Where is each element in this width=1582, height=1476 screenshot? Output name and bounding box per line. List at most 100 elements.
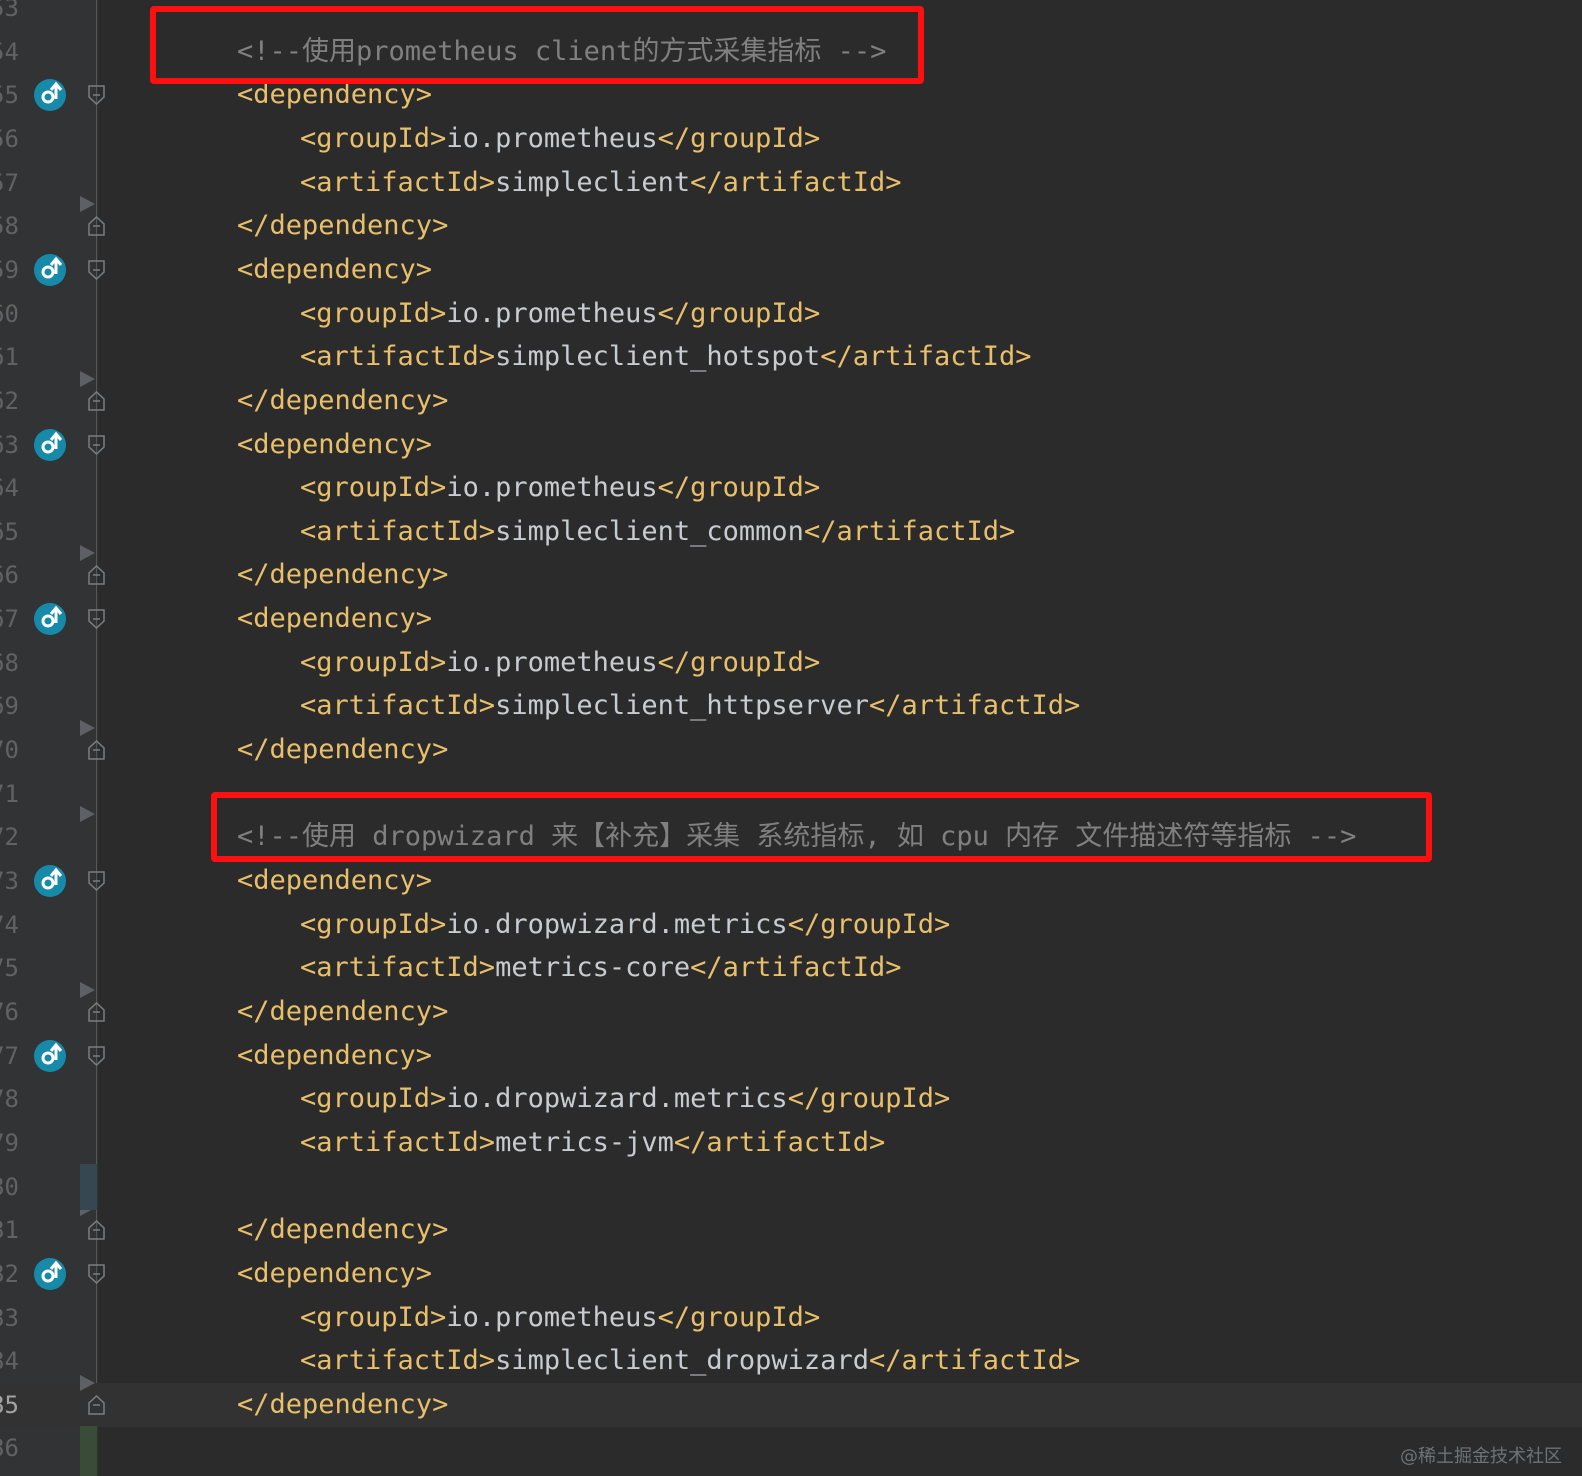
xml-open-tag: <groupId> (300, 1301, 447, 1333)
code-line[interactable]: 59 <dependency> (0, 248, 1582, 292)
xml-open-tag: <dependency> (237, 428, 433, 460)
xml-value: simpleclient_dropwizard (495, 1345, 869, 1377)
change-marker (80, 1164, 97, 1210)
xml-open-tag: <dependency> (237, 1257, 433, 1289)
line-number: 84 (0, 1347, 19, 1376)
fold-end-icon[interactable] (88, 1394, 105, 1415)
fold-collapse-icon[interactable] (88, 871, 105, 892)
code-line[interactable]: 66 </dependency> (0, 553, 1582, 597)
line-number: 73 (0, 867, 19, 895)
code-line[interactable]: 74 <groupId>io.dropwizard.metrics</groupI… (0, 903, 1582, 947)
maven-dependency-icon[interactable] (34, 1257, 66, 1290)
line-number: 60 (0, 299, 19, 328)
xml-open-tag: <artifactId> (300, 952, 496, 984)
code-text: <artifactId>metrics-jvm</artifactId> (300, 1121, 885, 1165)
maven-dependency-icon[interactable] (34, 1039, 66, 1072)
maven-dependency-icon[interactable] (34, 603, 66, 636)
code-line[interactable]: 65 <artifactId>simpleclient_common</artif… (0, 510, 1582, 554)
xml-value: io.dropwizard.metrics (446, 908, 788, 940)
xml-open-tag: <groupId> (300, 1083, 447, 1115)
xml-value: io.dropwizard.metrics (446, 1083, 788, 1115)
xml-close-tag: </groupId> (657, 122, 821, 154)
fold-end-icon[interactable] (88, 740, 105, 760)
gutter-marker-icon (80, 370, 95, 387)
xml-open-tag: <artifactId> (300, 341, 496, 373)
line-number: 79 (0, 1128, 19, 1157)
code-line[interactable]: 79 <artifactId>metrics-jvm</artifactId> (0, 1121, 1582, 1165)
code-text: </dependency> (237, 990, 448, 1034)
xml-open-tag: <dependency> (237, 253, 433, 285)
xml-close-tag: </artifactId> (803, 515, 1016, 547)
line-number: 56 (0, 124, 19, 153)
fold-collapse-icon[interactable] (88, 434, 105, 455)
code-line[interactable]: 77 <dependency> (0, 1034, 1582, 1078)
maven-dependency-icon[interactable] (34, 79, 66, 112)
xml-close-tag: </groupId> (657, 1301, 821, 1333)
xml-close-tag: </dependency> (237, 1388, 449, 1420)
line-number: 61 (0, 343, 19, 372)
code-line[interactable]: 73 <dependency> (0, 859, 1582, 903)
fold-collapse-icon[interactable] (88, 260, 105, 280)
code-line[interactable]: 58 </dependency> (0, 204, 1582, 248)
code-line[interactable]: 63 <dependency> (0, 423, 1582, 467)
code-line[interactable]: 83 <groupId>io.prometheus</groupId> (0, 1296, 1582, 1340)
fold-collapse-icon[interactable] (88, 85, 105, 106)
fold-end-icon[interactable] (88, 1220, 105, 1240)
maven-dependency-icon[interactable] (34, 428, 66, 461)
xml-value: simpleclient (495, 166, 691, 198)
line-number: 54 (0, 37, 19, 66)
code-text: <dependency> (237, 423, 432, 467)
code-line[interactable]: 75 <artifactId>metrics-core</artifactId> (0, 946, 1582, 990)
xml-close-tag: </groupId> (787, 908, 951, 940)
code-line[interactable]: 82 <dependency> (0, 1252, 1582, 1296)
code-text: <dependency> (237, 1034, 432, 1078)
code-line[interactable]: 64 <groupId>io.prometheus</groupId> (0, 466, 1582, 510)
line-number: 86 (0, 1434, 19, 1463)
line-number: 65 (0, 517, 19, 546)
fold-end-icon[interactable] (88, 390, 105, 411)
code-line[interactable]: 60 <groupId>io.prometheus</groupId> (0, 292, 1582, 336)
fold-collapse-icon[interactable] (88, 609, 105, 630)
code-text: <artifactId>simpleclient_common</artifac… (300, 510, 1015, 554)
code-line[interactable]: 70 </dependency> (0, 728, 1582, 772)
code-line[interactable]: 62 </dependency> (0, 379, 1582, 423)
xml-value: io.prometheus (446, 646, 658, 678)
code-line[interactable]: 85 </dependency> (0, 1382, 1582, 1427)
line-number: 63 (0, 430, 19, 459)
gutter-marker-icon (80, 806, 95, 822)
xml-value: simpleclient_httpserver (495, 690, 869, 722)
code-line[interactable]: 81 </dependency> (0, 1208, 1582, 1252)
fold-end-icon[interactable] (88, 1001, 105, 1022)
maven-dependency-icon[interactable] (34, 253, 66, 286)
code-line[interactable]: 69 <artifactId>simpleclient_httpserver</a… (0, 684, 1582, 728)
code-line[interactable]: 56 <groupId>io.prometheus</groupId> (0, 117, 1582, 161)
xml-close-tag: </groupId> (657, 646, 821, 678)
code-line[interactable]: 80 (0, 1165, 1582, 1209)
line-number: 53 (0, 0, 19, 22)
xml-value: io.prometheus (446, 472, 658, 504)
code-line[interactable]: 67 <dependency> (0, 597, 1582, 641)
code-text: <groupId>io.prometheus</groupId> (300, 1296, 820, 1340)
xml-close-tag: </dependency> (237, 995, 449, 1027)
fold-end-icon[interactable] (88, 565, 105, 586)
change-marker-added (80, 1426, 97, 1476)
maven-dependency-icon[interactable] (34, 865, 66, 897)
code-line[interactable]: 68 <groupId>io.prometheus</groupId> (0, 641, 1582, 685)
xml-open-tag: <artifactId> (300, 690, 496, 722)
code-line[interactable]: 78 <groupId>io.dropwizard.metrics</groupI… (0, 1077, 1582, 1121)
xml-close-tag: </dependency> (237, 210, 449, 242)
line-number: 78 (0, 1085, 19, 1114)
xml-value: simpleclient_hotspot (495, 341, 821, 373)
xml-value: io.prometheus (446, 122, 658, 154)
fold-collapse-icon[interactable] (88, 1045, 105, 1066)
fold-collapse-icon[interactable] (88, 1264, 105, 1284)
code-line[interactable]: 84 <artifactId>simpleclient_dropwizard</a… (0, 1339, 1582, 1383)
xml-close-tag: </artifactId> (820, 341, 1032, 373)
xml-value: metrics-jvm (495, 1126, 674, 1158)
code-line[interactable]: 76 </dependency> (0, 990, 1582, 1034)
code-line[interactable]: 57 <artifactId>simpleclient</artifactId> (0, 161, 1582, 205)
code-line[interactable]: 61 <artifactId>simpleclient_hotspot</arti… (0, 335, 1582, 379)
fold-end-icon[interactable] (88, 216, 105, 236)
xml-open-tag: <dependency> (237, 1039, 433, 1071)
code-line[interactable]: 86 (0, 1426, 1582, 1470)
